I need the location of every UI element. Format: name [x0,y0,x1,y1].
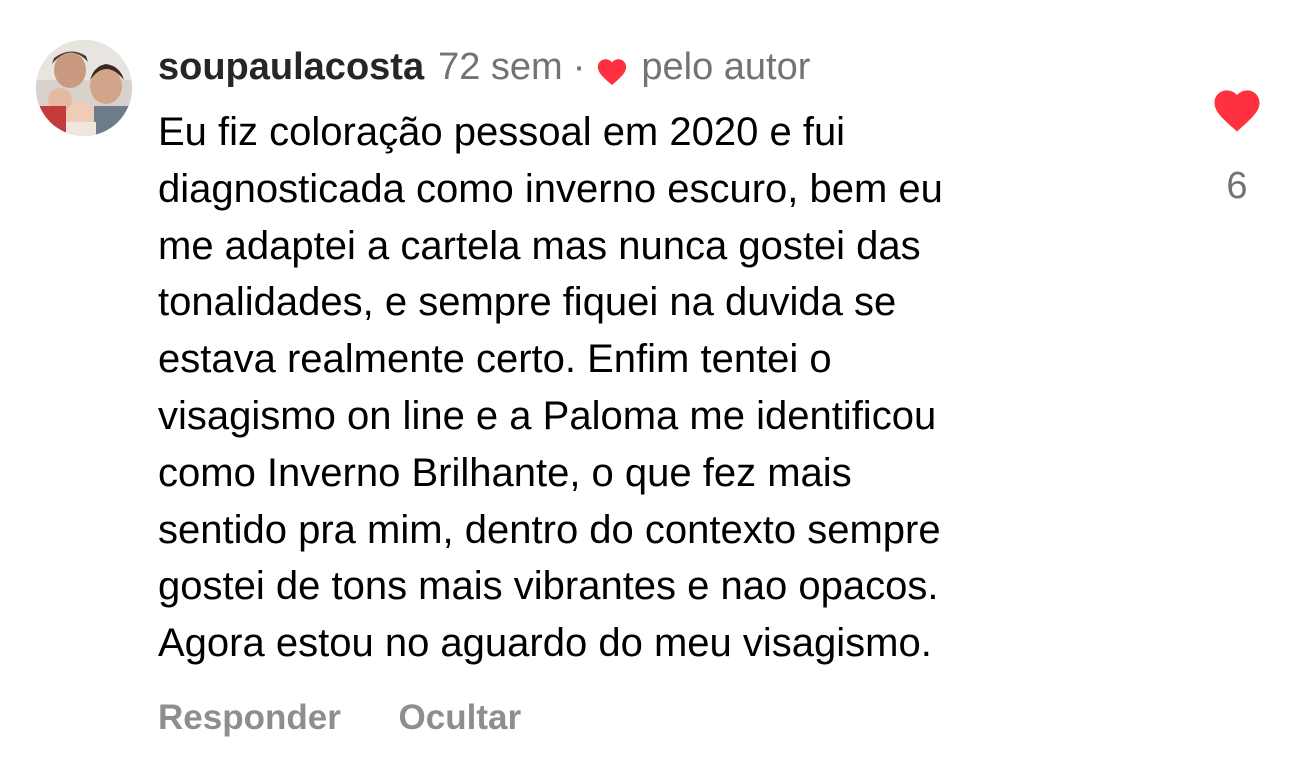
comment-header: soupaulacosta 72 sem · pelo autor [158,42,810,92]
comment-text-line: estava realmente certo. Enfim tentei o [158,337,832,382]
comment-text-line: diagnosticada como inverno escuro, bem e… [158,166,943,211]
author-liked-heart-icon [595,52,629,86]
comment-timestamp: 72 sem [438,46,563,88]
like-count: 6 [1226,165,1248,207]
separator-dot: · [572,46,586,88]
comment-text-line: sentido pra mim, dentro do contexto semp… [158,507,941,552]
comment-text-line: tonalidades, e sempre fiquei na duvida s… [158,280,897,325]
comment-text-line: como Inverno Brilhante, o que fez mais [158,450,852,495]
like-column: 6 [1204,84,1270,208]
comment-text-line: Eu fiz coloração pessoal em 2020 e fui [158,110,846,154]
liked-by-author-label: pelo autor [641,46,811,88]
comment-text-line: Agora estou no aguardo do meu visagismo. [158,621,932,666]
avatar[interactable] [36,40,132,136]
comment-text-line: visagismo on line e a Paloma me identifi… [158,393,937,438]
avatar-photo [36,40,132,136]
reply-button[interactable]: Responder [158,698,341,737]
comment-text: Eu fiz coloração pessoal em 2020 e fui d… [158,104,1168,672]
comment-actions: Responder Ocultar [158,694,521,742]
comment-text-line: me adaptei a cartela mas nunca gostei da… [158,223,921,268]
like-heart-icon[interactable] [1210,84,1264,134]
hide-button[interactable]: Ocultar [399,698,522,737]
username-link[interactable]: soupaulacosta [158,42,424,92]
comment-text-line: gostei de tons mais vibrantes e nao opac… [158,564,939,609]
